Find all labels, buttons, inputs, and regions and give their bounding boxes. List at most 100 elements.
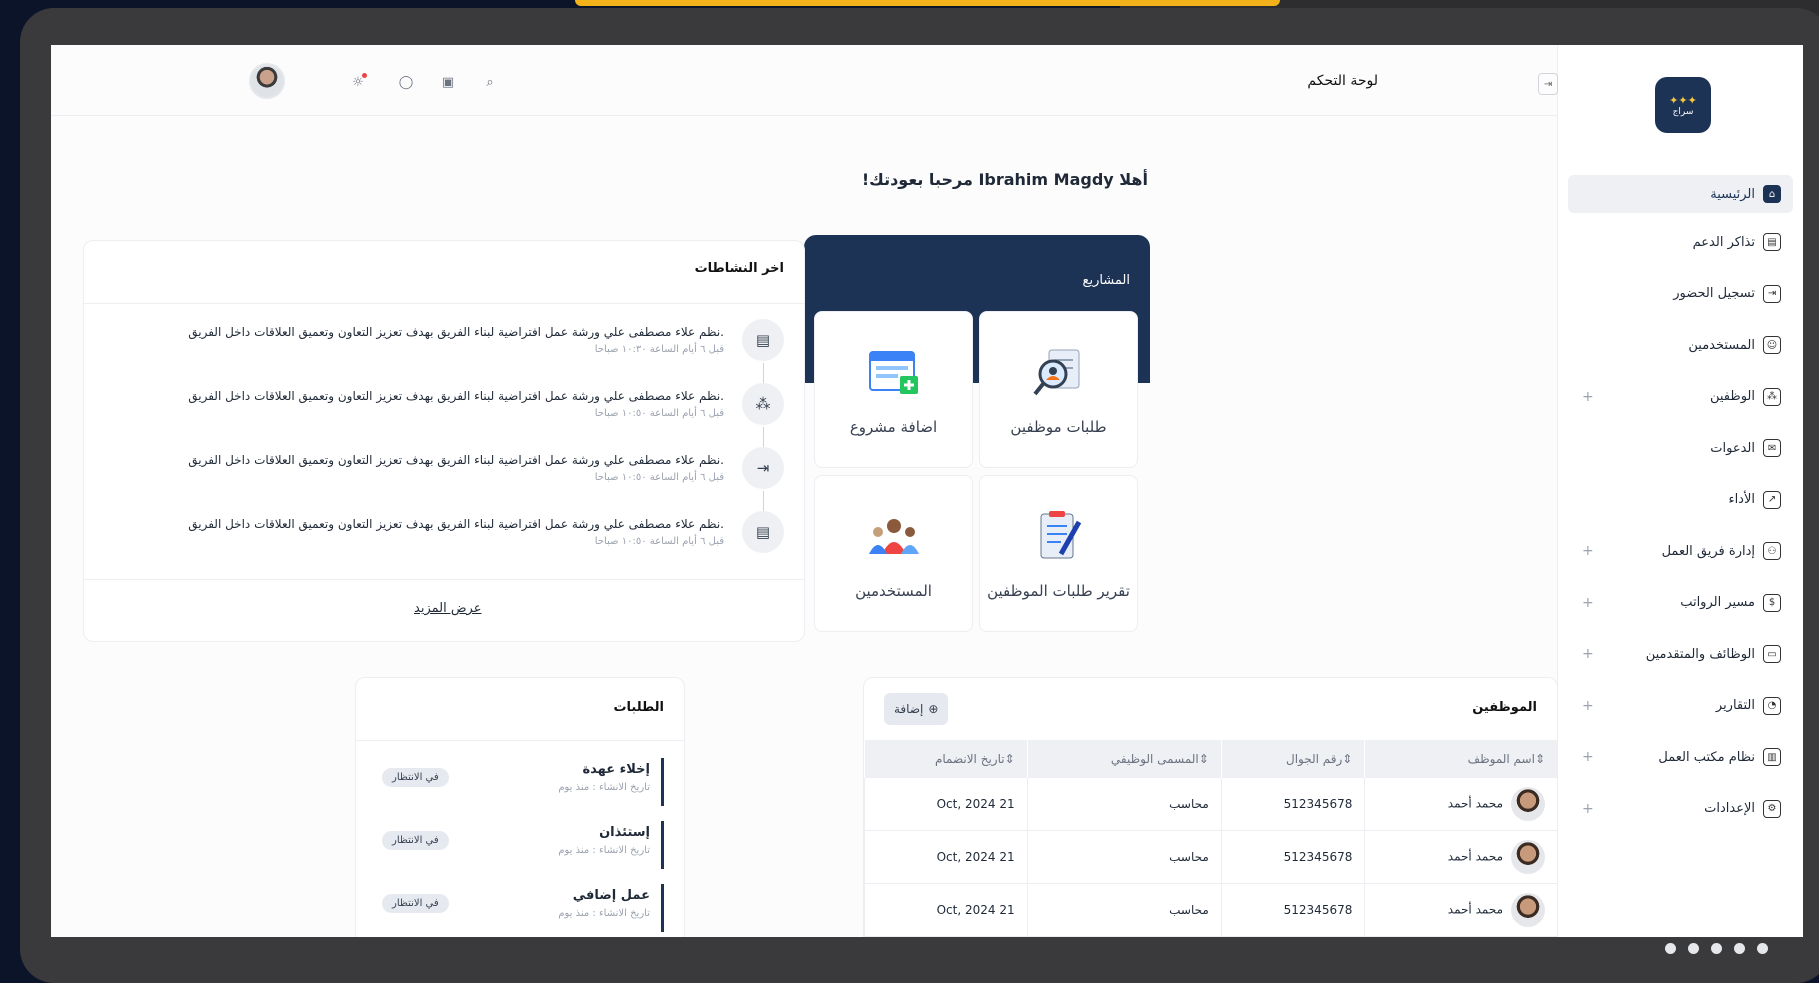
table-row[interactable]: محمد أحمد 512345678 محاسب 21 Oct, 2024 [864,883,1557,937]
sidebar-item[interactable]: ⁂ الوظفين + [1568,382,1793,412]
request-item[interactable]: إستئذان تاريخ الانشاء : منذ يوم في الانتظا… [374,819,664,871]
sidebar-item[interactable]: $ مسير الرواتب + [1568,588,1793,618]
timeline-line [763,427,764,447]
sort-icon[interactable]: ⇕ [1005,752,1015,766]
welcome-message: أهلا Ibrahim Magdy مرحبا بعودتك! [861,170,1148,189]
cell-date: 21 Oct, 2024 [864,778,1028,831]
ticket-icon: ▤ [742,319,784,361]
expand-icon[interactable]: ▣ [439,73,457,91]
ticket-icon: ▤ [742,511,784,553]
sidebar-item-label: التقارير [1715,698,1755,713]
page-dot[interactable] [1665,943,1676,954]
page-dot[interactable] [1734,943,1745,954]
column-header[interactable]: ⇕رقم الجوال [1220,740,1365,778]
user-icon: ☺ [1763,336,1781,354]
tile-users[interactable]: المستخدمين [814,475,973,632]
activity-text: .نظم علاء مصطفى علي ورشة عمل افتراضية لب… [188,325,724,339]
users-group-icon [866,508,922,564]
column-label: اسم الموظف [1467,752,1535,766]
activity-text: .نظم علاء مصطفى علي ورشة عمل افتراضية لب… [188,453,724,467]
sidebar-item-label: تذاكر الدعم [1692,234,1755,250]
sidebar-item-label: المستخدمين [1688,337,1755,353]
people-icon: ⁂ [1763,387,1781,406]
expand-plus-icon[interactable]: + [1582,646,1594,662]
tile-employee-requests-report[interactable]: تقرير طلبات الموظفين [979,475,1138,632]
request-item[interactable]: عمل إضافي تاريخ الانشاء : منذ يوم في الانت… [374,882,664,934]
table-row[interactable]: محمد أحمد 512345678 محاسب 21 Oct, 2024 [864,778,1557,831]
column-header[interactable]: ⇕اسم الموظف [1364,740,1557,778]
expand-plus-icon[interactable]: + [1582,543,1594,559]
divider [356,740,684,741]
expand-plus-icon[interactable]: + [1582,595,1594,611]
activity-time: قبل ٦ أيام الساعة ١٠:٥٠ صباحا [594,408,724,419]
employees-table: ⇕اسم الموظف ⇕رقم الجوال ⇕المسمى الوظيفي … [864,740,1557,937]
page-dot[interactable] [1757,943,1768,954]
sort-icon[interactable]: ⇕ [1535,752,1545,766]
sidebar-item[interactable]: ▥ نظام مكتب العمل + [1568,742,1793,772]
table-body: محمد أحمد 512345678 محاسب 21 Oct, 2024 محمد … [864,778,1557,937]
column-header[interactable]: ⇕المسمى الوظيفي [1026,740,1222,778]
employee-name: محمد أحمد [1447,902,1503,917]
search-icon[interactable]: ⌕ [481,73,499,91]
sidebar-item[interactable]: ☺ المستخدمين [1568,330,1793,360]
sidebar-item-label: الرئيسية [1710,186,1755,202]
user-avatar[interactable] [249,63,285,99]
expand-plus-icon[interactable]: + [1582,749,1594,765]
page-dot[interactable] [1711,943,1722,954]
top-glow [575,0,1280,6]
app-logo[interactable]: ✦✦✦ سراج [1655,77,1711,133]
status-badge: في الانتظار [382,831,449,850]
tile-employee-requests[interactable]: طلبات موظفين [979,311,1138,468]
expand-plus-icon[interactable]: + [1582,801,1594,817]
request-date: تاريخ الانشاء : منذ يوم [558,908,650,919]
employee-avatar [1511,893,1545,927]
page-dot[interactable] [1688,943,1699,954]
sidebar-item[interactable]: ▤ تذاكر الدعم [1568,227,1793,257]
collapse-sidebar-icon[interactable]: ⇥ [1538,73,1558,95]
sidebar-item-label: الإعدادات [1704,801,1755,816]
sidebar-item[interactable]: ↗ الأداء [1568,485,1793,515]
table-row[interactable]: محمد أحمد 512345678 محاسب 21 Oct, 2024 [864,830,1557,884]
sidebar-item[interactable]: ▭ الوظائف والمتقدمين + [1568,639,1793,669]
table-header-row: ⇕اسم الموظف ⇕رقم الجوال ⇕المسمى الوظيفي … [864,740,1557,778]
activity-item: ⇥ .نظم علاء مصطفى علي ورشة عمل افتراضية ل… [104,447,784,511]
add-employee-button[interactable]: ⊕ إضافة [884,693,949,725]
view-more-link[interactable]: عرض المزيد [414,601,481,616]
sort-icon[interactable]: ⇕ [1342,752,1352,766]
divider [84,579,804,580]
sidebar-item[interactable]: ⌂ الرئيسية [1568,175,1793,213]
notification-dot [362,73,367,78]
cell-job: محاسب [1026,830,1222,884]
sidebar: ✦✦✦ سراج ⌂ الرئيسية ▤ تذاكر الدعم ⇥ تسجيل الح… [1557,45,1803,937]
sort-icon[interactable]: ⇕ [1199,752,1209,766]
request-bar [661,884,664,932]
settings-icon: ⚙ [1763,799,1781,818]
page-title: لوحة التحكم [1307,73,1378,89]
expand-plus-icon[interactable]: + [1582,389,1594,405]
activities-title: اخر النشاطات [694,261,784,276]
employee-name: محمد أحمد [1447,849,1503,864]
tile-add-project[interactable]: اضافة مشروع [814,311,973,468]
sidebar-item[interactable]: ⇥ تسجيل الحضور [1568,279,1793,309]
sidebar-item-label: الأداء [1728,492,1755,507]
sidebar-item[interactable]: ⚇ إدارة فريق العمل + [1568,536,1793,566]
sidebar-item[interactable]: ✉ الدعوات [1568,433,1793,463]
employee-avatar [1511,840,1545,874]
activity-item: ▤ .نظم علاء مصطفى علي ورشة عمل افتراضية ل… [104,511,784,575]
request-item[interactable]: إخلاء عهدة تاريخ الانشاء : منذ يوم في الان… [374,756,664,808]
cell-phone: 512345678 [1220,778,1365,831]
logo-text: سراج [1672,106,1694,117]
employees-title: الموظفين [1472,700,1537,715]
calendar-add-icon [866,344,922,400]
sidebar-item[interactable]: ◔ التقارير + [1568,691,1793,721]
cell-date: 21 Oct, 2024 [864,883,1028,937]
chat-icon[interactable]: ◯ [397,73,415,91]
employees-card: الموظفين ⊕ إضافة ⇕اسم الموظف ⇕رقم الجوال… [863,677,1558,937]
column-label: المسمى الوظيفي [1110,752,1199,766]
activity-text: .نظم علاء مصطفى علي ورشة عمل افتراضية لب… [188,389,724,403]
sidebar-item[interactable]: ⚙ الإعدادات + [1568,794,1793,824]
notification-icon[interactable]: ☼ [349,73,367,91]
home-icon: ⌂ [1763,185,1781,203]
expand-plus-icon[interactable]: + [1582,698,1594,714]
column-header[interactable]: ⇕تاريخ الانضمام [864,740,1028,778]
